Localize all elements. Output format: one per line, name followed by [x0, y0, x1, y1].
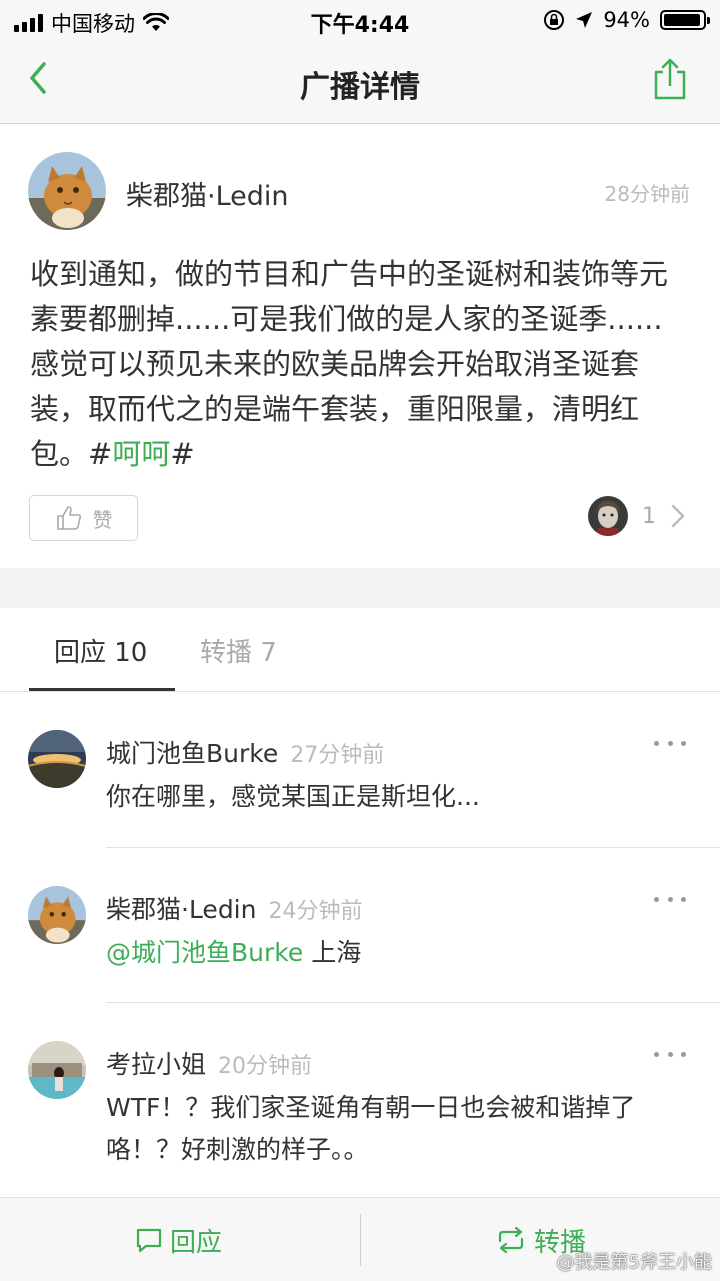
comment-author[interactable]: 考拉小姐: [106, 1050, 206, 1079]
chevron-right-icon: [671, 504, 685, 528]
comment-time: 24分钟前: [268, 899, 363, 924]
more-options-icon[interactable]: [654, 1047, 686, 1061]
like-button[interactable]: 赞: [29, 495, 138, 541]
tab-bar: 回应 10 转播 7: [0, 608, 720, 692]
comment-text: WTF！？我们家圣诞角有朝一日也会被和谐掉了咯！？好刺激的样子。。: [106, 1093, 636, 1164]
status-bar: 中国移动 下午4:44 94%: [0, 0, 720, 40]
comment-icon: [136, 1228, 162, 1253]
like-count: 1: [642, 503, 656, 529]
comment-time: 20分钟前: [218, 1054, 313, 1079]
tag-open: #: [88, 437, 113, 471]
like-label: 赞: [92, 507, 113, 532]
nav-bar: 广播详情: [0, 40, 720, 124]
rotation-lock-icon: [544, 10, 565, 30]
comment-text-rest: 上海: [303, 938, 362, 967]
avatar: [588, 496, 628, 536]
thumbs-up-icon: [56, 506, 81, 530]
tag-close: #: [170, 437, 195, 471]
battery-icon: [660, 10, 710, 30]
tab-reposts[interactable]: 转播 7: [200, 632, 277, 669]
comment-item: 考拉小姐 20分钟前 WTF！？我们家圣诞角有朝一日也会被和谐掉了咯！？好刺激的样…: [0, 1003, 720, 1197]
more-options-icon[interactable]: [654, 892, 686, 906]
location-icon: [576, 12, 593, 28]
avatar[interactable]: [28, 886, 86, 944]
post-body: 收到通知，做的节目和广告中的圣诞树和装饰等元素要都删掉......可是我们做的是…: [30, 252, 690, 477]
comment-item: 柴郡猫·Ledin 24分钟前 @城门池鱼Burke 上海: [0, 848, 720, 1003]
divider: [360, 1214, 361, 1266]
reply-label: 回应: [170, 1227, 223, 1258]
avatar[interactable]: [28, 152, 106, 230]
page-title: 广播详情: [300, 70, 420, 105]
post-card: 柴郡猫·Ledin 28分钟前 收到通知，做的节目和广告中的圣诞树和装饰等元素要…: [0, 124, 720, 568]
likers-row[interactable]: 1: [588, 496, 686, 536]
comment-author-row: 考拉小姐 20分钟前: [106, 1045, 312, 1081]
tab-active-indicator: [29, 688, 175, 691]
mention-link[interactable]: @城门池鱼Burke: [106, 938, 303, 967]
watermark: @我是第5斧王小能: [556, 1252, 712, 1273]
comment-text: 你在哪里，感觉某国正是斯坦化...: [106, 782, 480, 811]
avatar[interactable]: [28, 730, 86, 788]
section-divider: [0, 568, 720, 608]
comment-item: 城门池鱼Burke 27分钟前 你在哪里，感觉某国正是斯坦化...: [0, 692, 720, 848]
comment-time: 27分钟前: [290, 743, 385, 768]
repost-icon: [498, 1226, 524, 1254]
hashtag-link[interactable]: 呵呵: [112, 437, 170, 471]
comment-author[interactable]: 城门池鱼Burke: [106, 739, 278, 768]
post-author[interactable]: 柴郡猫·Ledin: [126, 174, 289, 213]
battery-percent: 94%: [603, 8, 650, 32]
avatar[interactable]: [28, 1041, 86, 1099]
comment-author[interactable]: 柴郡猫·Ledin: [106, 895, 256, 924]
share-icon[interactable]: [650, 56, 690, 102]
status-right: 94%: [543, 8, 710, 32]
more-options-icon[interactable]: [654, 736, 686, 750]
comment-author-row: 柴郡猫·Ledin 24分钟前: [106, 890, 362, 926]
tab-replies[interactable]: 回应 10: [54, 632, 147, 669]
comment-text: @城门池鱼Burke 上海: [106, 932, 702, 974]
reply-button[interactable]: 回应: [134, 1198, 222, 1281]
post-time: 28分钟前: [604, 182, 690, 206]
comment-author-row: 城门池鱼Burke 27分钟前: [106, 734, 384, 770]
